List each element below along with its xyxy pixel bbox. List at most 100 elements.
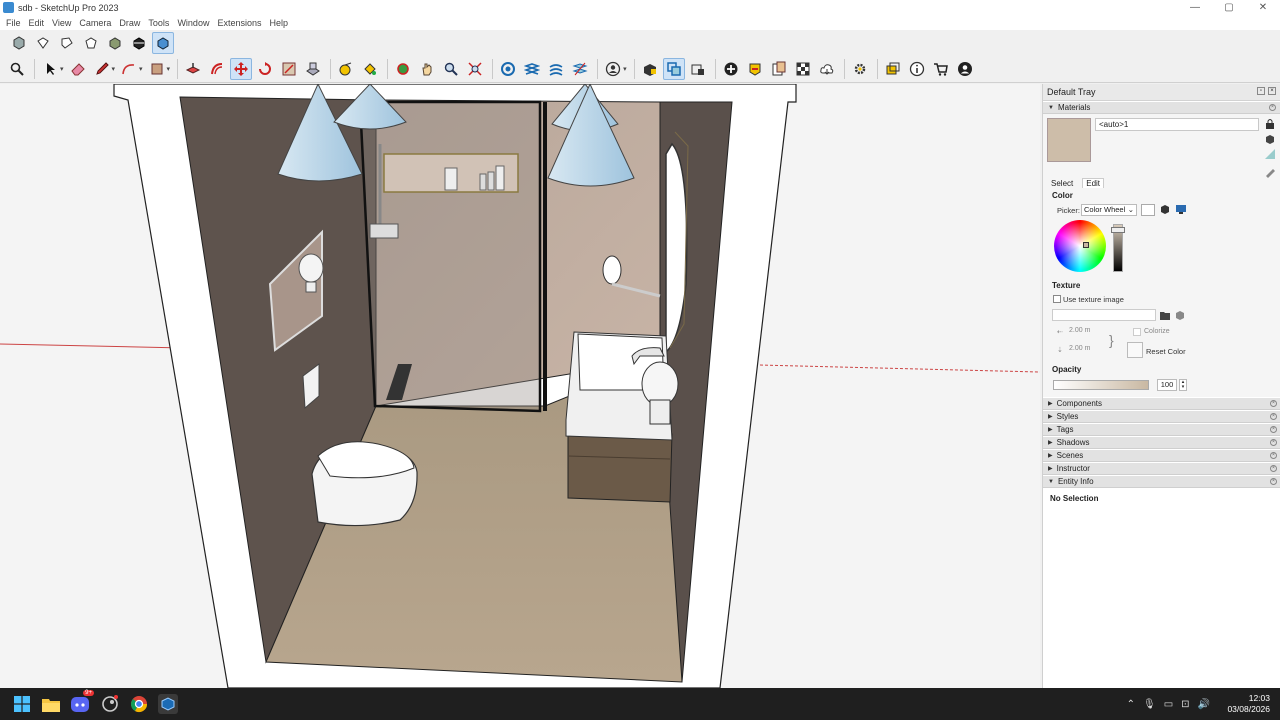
extension-warehouse-icon[interactable]	[639, 58, 661, 80]
default-material-icon[interactable]	[1264, 148, 1276, 160]
use-texture-checkbox[interactable]	[1053, 295, 1061, 303]
components-panel-header[interactable]: ▶ Components ×	[1043, 397, 1280, 410]
front-view-icon[interactable]	[56, 32, 78, 54]
styles-panel-header[interactable]: ▶ Styles ×	[1043, 410, 1280, 423]
sketchup-taskbar-icon[interactable]	[158, 694, 178, 714]
close-icon[interactable]: ×	[1270, 452, 1277, 459]
color-wheel-marker[interactable]	[1083, 242, 1089, 248]
menu-help[interactable]: Help	[269, 18, 288, 28]
close-icon[interactable]: ×	[1270, 478, 1277, 485]
volume-icon[interactable]: 🔊	[1198, 699, 1210, 710]
account-icon[interactable]	[602, 58, 624, 80]
file-explorer-icon[interactable]	[41, 694, 61, 714]
menu-edit[interactable]: Edit	[29, 18, 45, 28]
left-view-icon[interactable]	[128, 32, 150, 54]
layout-icon[interactable]	[768, 58, 790, 80]
windows-start-icon[interactable]	[12, 694, 32, 714]
model-viewport[interactable]	[0, 84, 1040, 688]
menu-extensions[interactable]: Extensions	[217, 18, 261, 28]
pencil-icon[interactable]	[91, 58, 113, 80]
cart-icon[interactable]	[930, 58, 952, 80]
rotate-icon[interactable]	[254, 58, 276, 80]
colorize-checkbox[interactable]	[1133, 328, 1141, 336]
close-icon[interactable]: ×	[1269, 104, 1276, 111]
display-icon[interactable]: ▭	[1164, 699, 1173, 710]
shaded-textures-icon[interactable]	[152, 32, 174, 54]
pin-icon[interactable]: ▫	[1257, 87, 1265, 95]
opacity-slider[interactable]	[1053, 380, 1149, 390]
chevron-down-icon[interactable]: ▾	[167, 65, 171, 73]
network-icon[interactable]: ⊡	[1181, 699, 1189, 710]
scale-icon[interactable]	[278, 58, 300, 80]
cloud-icon[interactable]	[816, 58, 838, 80]
zoom-extents-icon[interactable]	[464, 58, 486, 80]
section-icon[interactable]	[569, 58, 591, 80]
create-material-icon[interactable]	[1264, 133, 1276, 145]
microphone-icon[interactable]: 🎙	[1143, 699, 1156, 710]
right-view-icon[interactable]	[80, 32, 102, 54]
close-button[interactable]: ✕	[1246, 0, 1280, 15]
fullscreen-icon[interactable]	[882, 58, 904, 80]
maximize-button[interactable]: ▢	[1212, 0, 1246, 15]
components-icon[interactable]	[662, 58, 685, 80]
move-icon[interactable]	[230, 58, 253, 80]
back-view-icon[interactable]	[104, 32, 126, 54]
settings-icon[interactable]	[849, 58, 871, 80]
brightness-slider-knob[interactable]	[1111, 227, 1125, 233]
orbit-icon[interactable]	[392, 58, 414, 80]
follow-me-icon[interactable]	[302, 58, 324, 80]
iso-view-icon[interactable]	[8, 32, 30, 54]
close-icon[interactable]: ×	[1270, 426, 1277, 433]
discord-icon[interactable]: 9+	[70, 690, 94, 714]
material-swatch[interactable]	[1047, 118, 1091, 162]
info-icon[interactable]	[906, 58, 928, 80]
layers-icon[interactable]	[521, 58, 543, 80]
chevron-down-icon[interactable]: ▾	[623, 65, 627, 73]
picker-select[interactable]: Color Wheel ⌄	[1081, 204, 1137, 216]
reset-color-label[interactable]: Reset Color	[1146, 347, 1186, 356]
material-name-field[interactable]: <auto>1	[1095, 118, 1259, 131]
close-icon[interactable]: ×	[1270, 439, 1277, 446]
warehouse-icon[interactable]	[497, 58, 519, 80]
chevron-down-icon[interactable]: ▾	[139, 65, 143, 73]
add-icon[interactable]	[720, 58, 742, 80]
menu-file[interactable]: File	[6, 18, 21, 28]
pan-icon[interactable]	[416, 58, 438, 80]
search-icon[interactable]	[6, 58, 28, 80]
reset-color-swatch[interactable]	[1127, 342, 1143, 358]
minimize-button[interactable]: —	[1178, 0, 1212, 15]
user-icon[interactable]	[954, 58, 976, 80]
chevron-down-icon[interactable]: ▾	[60, 65, 64, 73]
close-icon[interactable]: ×	[1270, 413, 1277, 420]
chevron-up-icon[interactable]: ⌃	[1127, 699, 1135, 710]
match-model-color-icon[interactable]	[1159, 203, 1171, 215]
menu-tools[interactable]: Tools	[148, 18, 169, 28]
shadows-panel-header[interactable]: ▶ Shadows ×	[1043, 436, 1280, 449]
folder-icon[interactable]	[1159, 310, 1171, 321]
paint-bucket-icon[interactable]	[359, 58, 381, 80]
menu-draw[interactable]: Draw	[119, 18, 140, 28]
menu-view[interactable]: View	[52, 18, 71, 28]
close-icon[interactable]: ×	[1270, 400, 1277, 407]
location-icon[interactable]	[744, 58, 766, 80]
link-icon[interactable]: }	[1109, 332, 1114, 348]
materials-panel-header[interactable]: ▼ Materials ×	[1043, 101, 1280, 114]
texture-edit-icon[interactable]	[1174, 310, 1186, 321]
menu-camera[interactable]: Camera	[79, 18, 111, 28]
rectangle-icon[interactable]	[146, 58, 168, 80]
tab-edit[interactable]: Edit	[1082, 178, 1105, 188]
close-icon[interactable]: ×	[1270, 465, 1277, 472]
styles-icon[interactable]	[545, 58, 567, 80]
instructor-panel-header[interactable]: ▶ Instructor ×	[1043, 462, 1280, 475]
zoom-icon[interactable]	[440, 58, 462, 80]
opacity-spinner[interactable]: ▴ ▾	[1179, 379, 1187, 391]
menu-window[interactable]: Window	[177, 18, 209, 28]
top-view-icon[interactable]	[32, 32, 54, 54]
color-wheel[interactable]	[1054, 220, 1106, 272]
tab-select[interactable]: Select	[1048, 179, 1076, 188]
match-screen-color-icon[interactable]	[1175, 203, 1187, 215]
texture-path-field[interactable]	[1052, 309, 1156, 321]
steam-icon[interactable]	[100, 694, 120, 714]
scenes-panel-header[interactable]: ▶ Scenes ×	[1043, 449, 1280, 462]
chevron-down-icon[interactable]: ▾	[112, 65, 116, 73]
